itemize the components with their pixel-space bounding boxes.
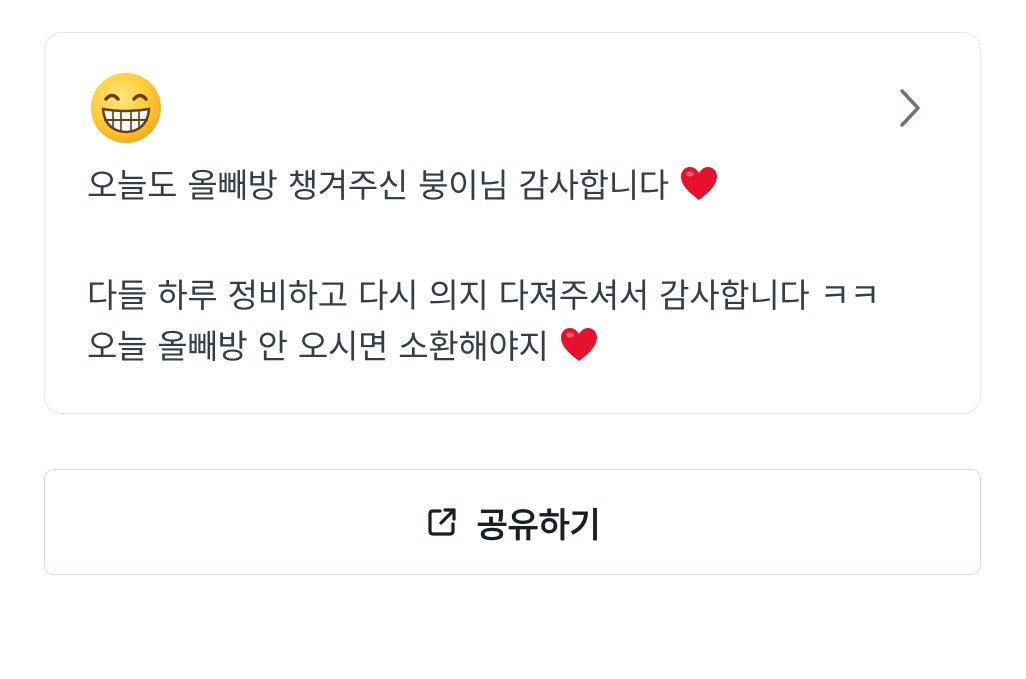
message-line-1: 오늘도 올빼방 챙겨주신 붕이님 감사합니다 — [87, 165, 719, 206]
red-heart-icon — [560, 328, 597, 361]
chevron-right-icon[interactable] — [893, 87, 927, 129]
post-card[interactable]: 오늘도 올빼방 챙겨주신 붕이님 감사합니다 다들 하루 정비하고 다시 의지 … — [44, 32, 981, 414]
share-button-label: 공유하기 — [476, 505, 601, 546]
share-button[interactable]: 공유하기 — [44, 469, 981, 575]
message-text: 오늘 올빼방 안 오시면 소환해야지 — [87, 327, 549, 366]
message-line-3: 오늘 올빼방 안 오시면 소환해야지 — [87, 326, 599, 367]
message-text: 다들 하루 정비하고 다시 의지 다져주셔서 감사합니다 ㅋㅋ — [87, 276, 880, 315]
message-text: 오늘도 올빼방 챙겨주신 붕이님 감사합니다 — [87, 166, 669, 205]
grinning-face-icon — [91, 73, 161, 143]
external-link-icon — [427, 508, 456, 536]
message-line-2: 다들 하루 정비하고 다시 의지 다져주셔서 감사합니다 ㅋㅋ — [87, 276, 880, 316]
red-heart-icon — [680, 167, 717, 200]
